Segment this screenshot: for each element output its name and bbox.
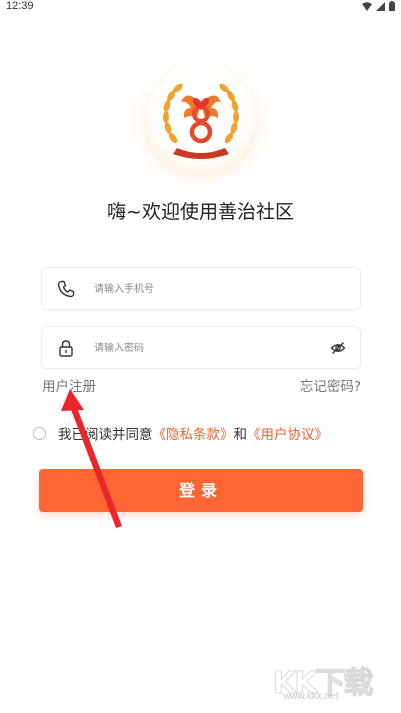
wifi-icon <box>362 1 372 11</box>
welcome-title: 嗨~欢迎使用善治社区 <box>107 201 294 223</box>
password-input[interactable] <box>94 337 324 359</box>
signal-icon <box>376 1 385 11</box>
watermark: KK下载 www.kkx.net <box>273 658 393 703</box>
forgot-password-link[interactable]: 忘记密码? <box>300 375 361 395</box>
status-time: 12:39 <box>6 0 34 12</box>
phone-field[interactable] <box>41 267 361 310</box>
lock-icon <box>59 340 73 357</box>
agreement-row: 我已阅读并同意 《隐私条款》 和 《用户协议》 <box>33 423 328 443</box>
agreement-and: 和 <box>233 427 248 443</box>
app-logo <box>145 62 257 174</box>
battery-icon <box>389 1 395 11</box>
privacy-terms-link[interactable]: 《隐私条款》 <box>153 423 234 443</box>
eye-slash-icon[interactable] <box>330 340 346 356</box>
login-button[interactable]: 登录 <box>39 469 363 512</box>
phone-input[interactable] <box>94 278 324 300</box>
watermark-url: www.kkx.net <box>283 691 339 702</box>
phone-icon <box>57 280 75 298</box>
status-icons <box>362 1 395 11</box>
password-field[interactable] <box>41 326 361 369</box>
phoenix-laurel-logo <box>163 83 239 159</box>
register-link[interactable]: 用户注册 <box>42 375 96 395</box>
status-bar: 12:39 <box>0 0 401 14</box>
agreement-checkbox[interactable] <box>33 426 46 440</box>
agreement-prefix: 我已阅读并同意 <box>58 427 153 443</box>
user-agreement-link[interactable]: 《用户协议》 <box>247 423 328 443</box>
